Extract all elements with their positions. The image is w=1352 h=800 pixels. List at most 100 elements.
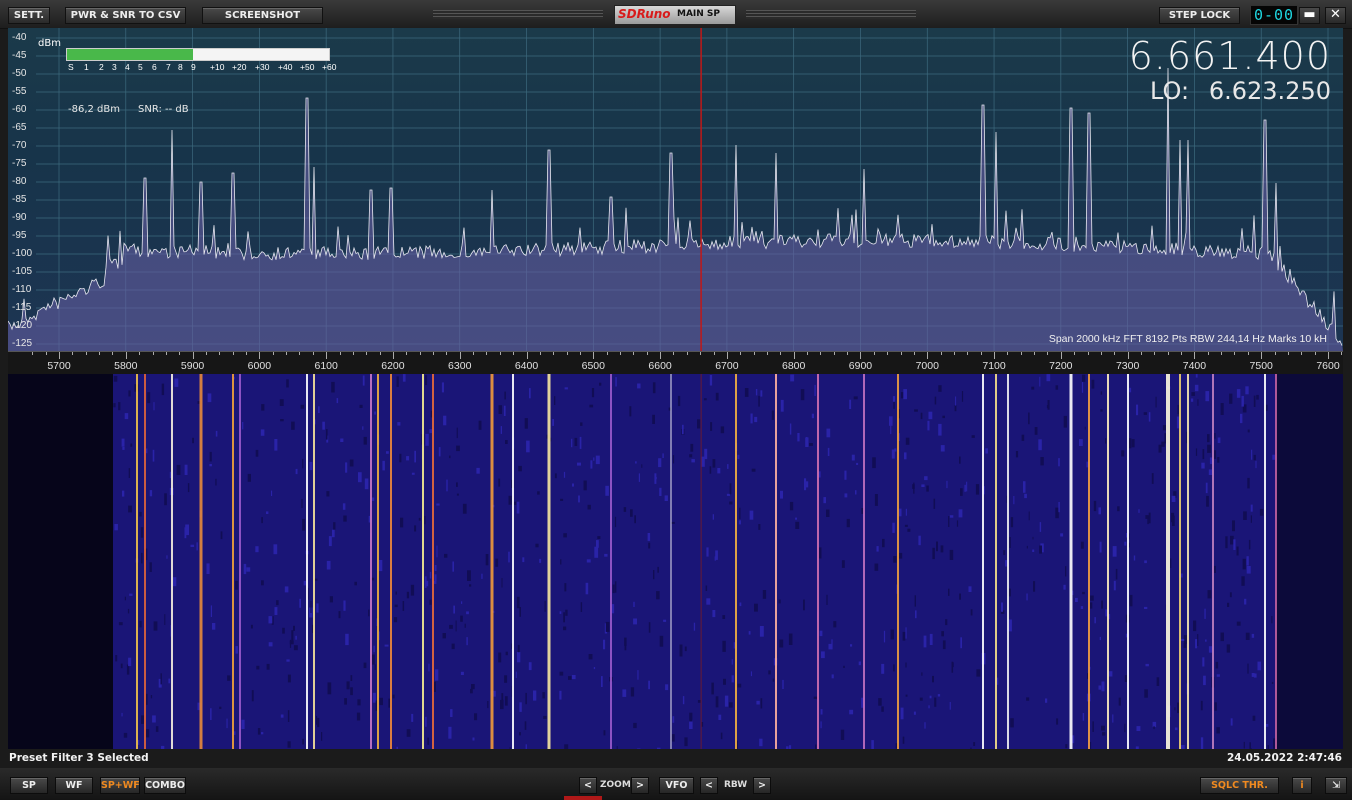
x-tick-mark <box>686 352 688 355</box>
waterfall-signal-trace <box>547 374 551 749</box>
y-tick-label: -115 <box>12 302 32 313</box>
x-tick-mark <box>1194 352 1196 359</box>
sp-wf-mode-button[interactable]: SP+WF <box>100 777 140 794</box>
zoom-label: ZOOM <box>600 780 631 790</box>
spectrum-fill <box>8 68 1343 351</box>
x-tick-mark <box>379 352 381 355</box>
y-tick-label: -125 <box>12 338 33 349</box>
x-tick-mark <box>1328 352 1329 359</box>
waterfall-signal-trace <box>775 374 777 749</box>
y-tick-label: -40 <box>12 32 27 43</box>
x-tick-mark <box>232 352 234 355</box>
x-tick-label: 7300 <box>1115 360 1140 372</box>
x-tick-label: 7500 <box>1249 360 1273 372</box>
waterfall-signal-trace <box>817 374 819 749</box>
y-tick-label: -70 <box>12 140 27 151</box>
s-meter-label: 8 <box>178 62 183 72</box>
x-tick-label: 7000 <box>915 360 939 372</box>
waterfall-signal-trace <box>995 374 997 749</box>
y-tick-label: -60 <box>12 104 27 115</box>
zoom-out-button[interactable]: < <box>579 777 597 794</box>
s-meter-label: 1 <box>84 62 89 72</box>
x-tick-mark <box>953 352 955 355</box>
x-tick-mark <box>1301 352 1303 355</box>
x-tick-mark <box>32 352 34 355</box>
x-tick-mark <box>152 352 154 355</box>
rbw-increase-button[interactable]: > <box>753 777 771 794</box>
x-tick-mark <box>1247 352 1249 355</box>
signal-level-readout: -86,2 dBm <box>68 104 121 115</box>
x-tick-label: 5700 <box>47 360 71 372</box>
s-meter-label: 2 <box>99 62 104 72</box>
sqlc-threshold-button[interactable]: SQLC THR. <box>1200 777 1279 794</box>
waterfall-signal-trace <box>1187 374 1189 749</box>
waterfall-signal-trace <box>1127 374 1129 749</box>
lo-frequency-display[interactable]: 6.623.250 <box>1209 77 1331 105</box>
lo-label: LO: <box>1150 77 1190 105</box>
x-tick-mark <box>1261 352 1263 359</box>
x-tick-mark <box>994 352 996 359</box>
vfo-button[interactable]: VFO <box>659 777 694 794</box>
y-tick-label: -95 <box>12 230 27 241</box>
waterfall-signal-trace <box>377 374 379 749</box>
x-tick-mark <box>1274 352 1276 355</box>
x-tick-mark <box>793 352 795 359</box>
snr-readout: SNR: -- dB <box>138 104 189 115</box>
x-tick-label: 6100 <box>314 360 338 372</box>
screenshot-button[interactable]: SCREENSHOT <box>202 7 323 24</box>
x-tick-mark <box>887 352 889 355</box>
drag-grip-right[interactable] <box>746 10 916 19</box>
close-icon[interactable]: ✕ <box>1325 7 1346 24</box>
drag-grip-left[interactable] <box>433 10 603 19</box>
spectrum-display[interactable]: -40 -45 -50 -55 -60 -65 -70 -75 -80 -85 -90 -95 -100… <box>8 28 1343 351</box>
x-tick-mark <box>1074 352 1076 355</box>
rbw-decrease-button[interactable]: < <box>700 777 718 794</box>
frequency-axis[interactable]: 5700 5800 5900 6000 6100 6200 6300 6400 6500 6600… <box>8 351 1343 374</box>
waterfall-signal-trace <box>306 374 308 749</box>
x-tick-mark <box>219 352 221 355</box>
x-tick-label: 6900 <box>848 360 873 372</box>
pwr-snr-csv-button[interactable]: PWR & SNR TO CSV <box>65 7 186 24</box>
wf-mode-button[interactable]: WF <box>55 777 93 794</box>
x-tick-label: 6300 <box>448 360 472 372</box>
step-lock-button[interactable]: STEP LOCK <box>1159 7 1240 24</box>
resize-icon[interactable]: ⇲ <box>1325 777 1347 794</box>
x-tick-mark <box>660 352 662 359</box>
combo-mode-button[interactable]: COMBO <box>144 777 186 794</box>
x-tick-mark <box>286 352 288 355</box>
waterfall-signal-trace <box>670 374 672 749</box>
x-tick-mark <box>927 352 929 359</box>
y-tick-label: -110 <box>12 284 32 295</box>
x-tick-label: 7200 <box>1049 360 1073 372</box>
x-tick-mark <box>1221 352 1223 355</box>
minimize-icon[interactable]: ▬ <box>1299 7 1320 24</box>
waterfall-signal-trace <box>512 374 514 749</box>
y-tick-label: -80 <box>12 176 27 187</box>
waterfall-signal-trace <box>432 374 434 749</box>
info-icon[interactable]: i <box>1292 777 1312 794</box>
y-tick-label: -65 <box>12 122 27 133</box>
waterfall-signal-trace <box>1166 374 1170 749</box>
vfo-frequency-display[interactable]: 6.661.400 <box>1129 34 1331 78</box>
x-tick-mark <box>713 352 715 355</box>
sp-mode-button[interactable]: SP <box>10 777 48 794</box>
x-tick-mark <box>807 352 809 355</box>
s-meter-label: 3 <box>112 62 117 72</box>
x-tick-label: 6200 <box>381 360 405 372</box>
waterfall-display[interactable] <box>8 374 1343 749</box>
x-tick-mark <box>539 352 541 355</box>
title-bar: SETT. PWR & SNR TO CSV SCREENSHOT SDRuno… <box>0 0 1352 29</box>
zoom-in-button[interactable]: > <box>631 777 649 794</box>
x-tick-mark <box>579 352 581 355</box>
clock-display: 0-00 <box>1250 5 1298 25</box>
x-tick-mark <box>726 352 728 359</box>
x-tick-mark <box>1207 352 1209 355</box>
waterfall-image <box>113 374 1343 749</box>
x-tick-mark <box>1114 352 1116 355</box>
s-meter-label: +50 <box>300 62 315 72</box>
x-tick-mark <box>392 352 394 359</box>
settings-button[interactable]: SETT. <box>8 7 50 24</box>
x-tick-mark <box>205 352 207 355</box>
waterfall-signal-trace <box>1069 374 1073 749</box>
x-tick-mark <box>192 352 194 359</box>
